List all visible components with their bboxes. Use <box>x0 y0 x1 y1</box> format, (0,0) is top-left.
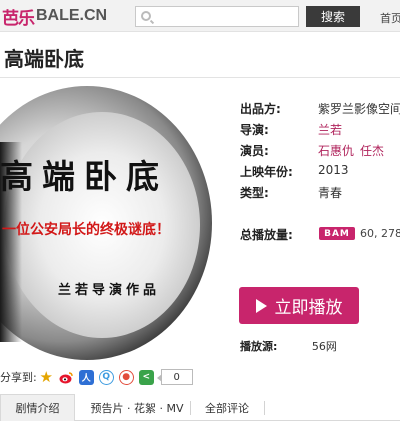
weibo-icon[interactable] <box>58 369 74 385</box>
cast-label: 演员: <box>240 144 269 158</box>
info-row-producer: 出品方: 紫罗兰影像空间 <box>240 100 400 121</box>
cast-link[interactable]: 任杰 <box>360 144 384 158</box>
tab-trailers[interactable]: 预告片 · 花絮 · MV <box>78 394 196 421</box>
tab-comments[interactable]: 全部评论 <box>192 394 262 421</box>
cast-list: 石惠仇 任杰 <box>318 142 384 159</box>
year-label: 上映年份: <box>240 165 293 179</box>
tab-separator <box>264 401 265 415</box>
producer-label: 出品方: <box>240 102 281 116</box>
producer-value: 紫罗兰影像空间 <box>318 102 400 116</box>
cast-link[interactable]: 石惠仇 <box>318 144 354 158</box>
year-value: 2013 <box>318 163 349 177</box>
director-link[interactable]: 兰若 <box>318 121 342 138</box>
poster-tagline: 一位公安局长的终极谜底！ <box>2 222 170 238</box>
genre-value: 青春 <box>318 186 343 200</box>
share-bar: 分享到: ★ 人 Q ● < 0 <box>0 368 240 386</box>
total-plays: 总播放量: BAM 60, 278 <box>240 226 400 242</box>
share-more-icon[interactable]: < <box>138 369 154 385</box>
renren-icon[interactable]: 人 <box>78 369 94 385</box>
search-button[interactable]: 搜索 <box>306 6 360 27</box>
director-label: 导演: <box>240 123 269 137</box>
info-row-year: 上映年份: 2013 <box>240 163 400 184</box>
qzone-icon[interactable]: Q <box>98 369 114 385</box>
search-icon <box>141 11 151 21</box>
info-row-director: 导演: 兰若 <box>240 121 400 142</box>
source-label: 播放源: <box>240 340 278 353</box>
movie-info: 出品方: 紫罗兰影像空间 导演: 兰若 演员: 石惠仇 任杰 上映年份: 2013… <box>240 100 400 205</box>
plays-label: 总播放量: <box>240 228 293 242</box>
play-icon <box>255 298 267 313</box>
star-icon[interactable]: ★ <box>38 368 54 386</box>
share-label: 分享到: <box>0 371 37 384</box>
logo-text-cn: 芭乐 <box>2 8 35 29</box>
play-now-button[interactable]: 立即播放 <box>239 287 359 324</box>
poster-director-line: 兰若导演作品 <box>58 283 161 298</box>
movie-poster[interactable]: 高端卧底 一位公安局长的终极谜底！ 兰若导演作品 <box>0 82 212 364</box>
poster-title-text: 高端卧底 <box>0 157 168 196</box>
genre-label: 类型: <box>240 186 269 200</box>
page-title: 高端卧底 <box>4 47 84 71</box>
tab-synopsis[interactable]: 剧情介绍 <box>0 394 75 421</box>
site-logo[interactable]: 芭乐 BALE.CN <box>2 5 108 29</box>
play-now-label: 立即播放 <box>274 298 343 318</box>
search-input[interactable] <box>156 8 296 25</box>
info-row-cast: 演员: 石惠仇 任杰 <box>240 142 400 163</box>
top-bar: 芭乐 BALE.CN 搜索 首页 <box>0 0 400 32</box>
source-value: 56网 <box>311 340 337 353</box>
plays-count: 60, 278 <box>360 227 400 240</box>
nav-home-link[interactable]: 首页 <box>380 10 400 26</box>
search-box[interactable] <box>135 6 299 27</box>
info-row-genre: 类型: 青春 <box>240 184 400 205</box>
bam-badge: BAM <box>319 227 355 240</box>
detail-tabs: 剧情介绍 预告片 · 花絮 · MV 全部评论 <box>0 394 400 421</box>
play-source: 播放源: 56网 <box>240 338 337 354</box>
tencent-weibo-icon[interactable]: ● <box>118 369 134 385</box>
title-divider <box>0 77 400 78</box>
tab-separator <box>190 401 191 415</box>
share-count: 0 <box>156 369 193 385</box>
logo-text-en: BALE.CN <box>36 7 108 24</box>
